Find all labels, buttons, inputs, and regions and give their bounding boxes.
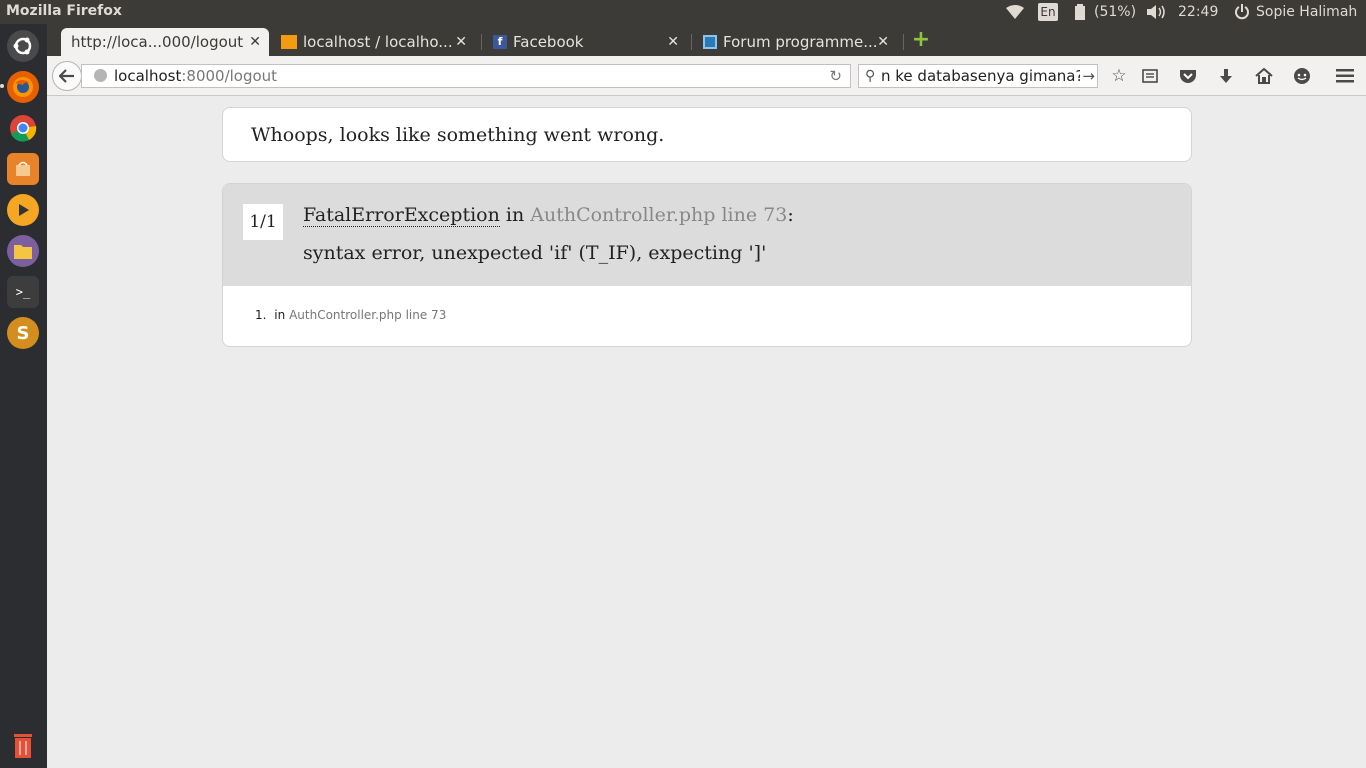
terminal-icon[interactable]: >_ xyxy=(7,276,39,308)
exception-in: in xyxy=(499,204,531,226)
exception-panel: 1/1 FatalErrorException in AuthControlle… xyxy=(222,183,1192,347)
facebook-icon: f xyxy=(493,35,507,49)
site-identity-icon[interactable] xyxy=(94,69,107,82)
power-icon[interactable] xyxy=(1234,0,1250,24)
exception-colon: : xyxy=(787,204,794,226)
volume-icon[interactable] xyxy=(1147,0,1167,24)
exception-title: FatalErrorException in AuthController.ph… xyxy=(303,204,794,227)
tab-separator xyxy=(691,34,692,50)
exception-message: syntax error, unexpected 'if' (T_IF), ex… xyxy=(303,242,767,264)
close-icon[interactable]: ✕ xyxy=(877,34,889,50)
search-input[interactable]: n ke databasenya gimana? xyxy=(881,65,1083,87)
trash-icon[interactable] xyxy=(7,729,39,761)
system-top-panel: Mozilla Firefox En (51%) 22:49 Sopie Hal… xyxy=(0,0,1366,24)
bookmarks-list-icon[interactable] xyxy=(1139,66,1161,86)
tab-separator xyxy=(481,34,482,50)
close-icon[interactable]: ✕ xyxy=(455,34,467,50)
trace-index: 1. xyxy=(255,308,267,322)
tab-phpmyadmin[interactable]: localhost / localho... ✕ xyxy=(271,28,475,56)
sublime-text-icon[interactable]: S xyxy=(7,317,39,349)
url-path: :8000/logout xyxy=(181,67,278,85)
battery-icon[interactable] xyxy=(1074,0,1086,24)
user-menu[interactable]: Sopie Halimah xyxy=(1256,0,1357,24)
clock[interactable]: 22:49 xyxy=(1178,0,1218,24)
tab-label: http://loca...000/logout xyxy=(71,33,244,51)
tab-bar: http://loca...000/logout ✕ localhost / l… xyxy=(47,24,1366,56)
firefox-icon[interactable] xyxy=(7,71,39,103)
search-box[interactable]: ⚲ n ke databasenya gimana? → xyxy=(858,64,1098,88)
pocket-icon[interactable] xyxy=(1177,66,1199,86)
url-bar[interactable]: localhost:8000/logout ↻ xyxy=(81,64,851,88)
battery-percent[interactable]: (51%) xyxy=(1094,0,1136,24)
launcher: >_ S xyxy=(0,24,47,768)
downloads-icon[interactable] xyxy=(1215,66,1237,86)
tab-logout[interactable]: http://loca...000/logout ✕ xyxy=(61,28,269,56)
search-go-icon[interactable]: → xyxy=(1080,65,1095,87)
search-icon: ⚲ xyxy=(865,68,876,84)
trace-in: in xyxy=(274,308,286,322)
close-icon[interactable]: ✕ xyxy=(667,34,679,50)
new-tab-plus-icon[interactable]: + xyxy=(911,29,931,51)
forum-icon xyxy=(703,35,717,49)
chat-icon[interactable] xyxy=(1291,66,1313,86)
chrome-icon[interactable] xyxy=(7,112,39,144)
trace-location: AuthController.php line 73 xyxy=(289,308,447,322)
media-player-icon[interactable] xyxy=(7,194,39,226)
active-app-title: Mozilla Firefox xyxy=(6,3,122,19)
keyboard-language-indicator[interactable]: En xyxy=(1038,3,1058,21)
files-icon[interactable] xyxy=(7,235,39,267)
bookmark-star-icon[interactable]: ☆ xyxy=(1108,66,1130,86)
stack-trace-item: 1. in AuthController.php line 73 xyxy=(255,308,446,322)
navigation-toolbar: localhost:8000/logout ↻ ⚲ n ke databasen… xyxy=(47,56,1366,96)
page-content: Whoops, looks like something went wrong.… xyxy=(47,97,1366,768)
reload-icon[interactable]: ↻ xyxy=(829,65,842,87)
running-indicator xyxy=(0,84,4,88)
ubuntu-dash-icon[interactable] xyxy=(7,30,39,62)
tab-label: Forum programme... xyxy=(723,33,878,51)
home-icon[interactable] xyxy=(1253,66,1275,86)
hamburger-menu-icon[interactable] xyxy=(1334,66,1356,86)
exception-class[interactable]: FatalErrorException xyxy=(303,204,500,227)
tab-label: Facebook xyxy=(513,33,584,51)
back-button[interactable] xyxy=(52,61,82,91)
tab-facebook[interactable]: f Facebook ✕ xyxy=(483,28,687,56)
url-text[interactable]: localhost:8000/logout xyxy=(114,65,277,87)
tab-label: localhost / localho... xyxy=(303,33,453,51)
phpmyadmin-icon xyxy=(281,35,297,49)
software-center-icon[interactable] xyxy=(7,153,39,185)
close-icon[interactable]: ✕ xyxy=(249,34,261,50)
error-banner: Whoops, looks like something went wrong. xyxy=(222,107,1192,162)
tab-forum[interactable]: Forum programme... ✕ xyxy=(693,28,897,56)
exception-header: 1/1 FatalErrorException in AuthControlle… xyxy=(223,184,1191,286)
url-host: localhost xyxy=(114,67,182,85)
error-banner-text: Whoops, looks like something went wrong. xyxy=(251,124,665,146)
tab-separator xyxy=(903,34,904,50)
exception-location: AuthController.php line 73 xyxy=(530,204,788,226)
exception-counter: 1/1 xyxy=(243,204,283,240)
wifi-icon[interactable] xyxy=(1006,0,1024,24)
